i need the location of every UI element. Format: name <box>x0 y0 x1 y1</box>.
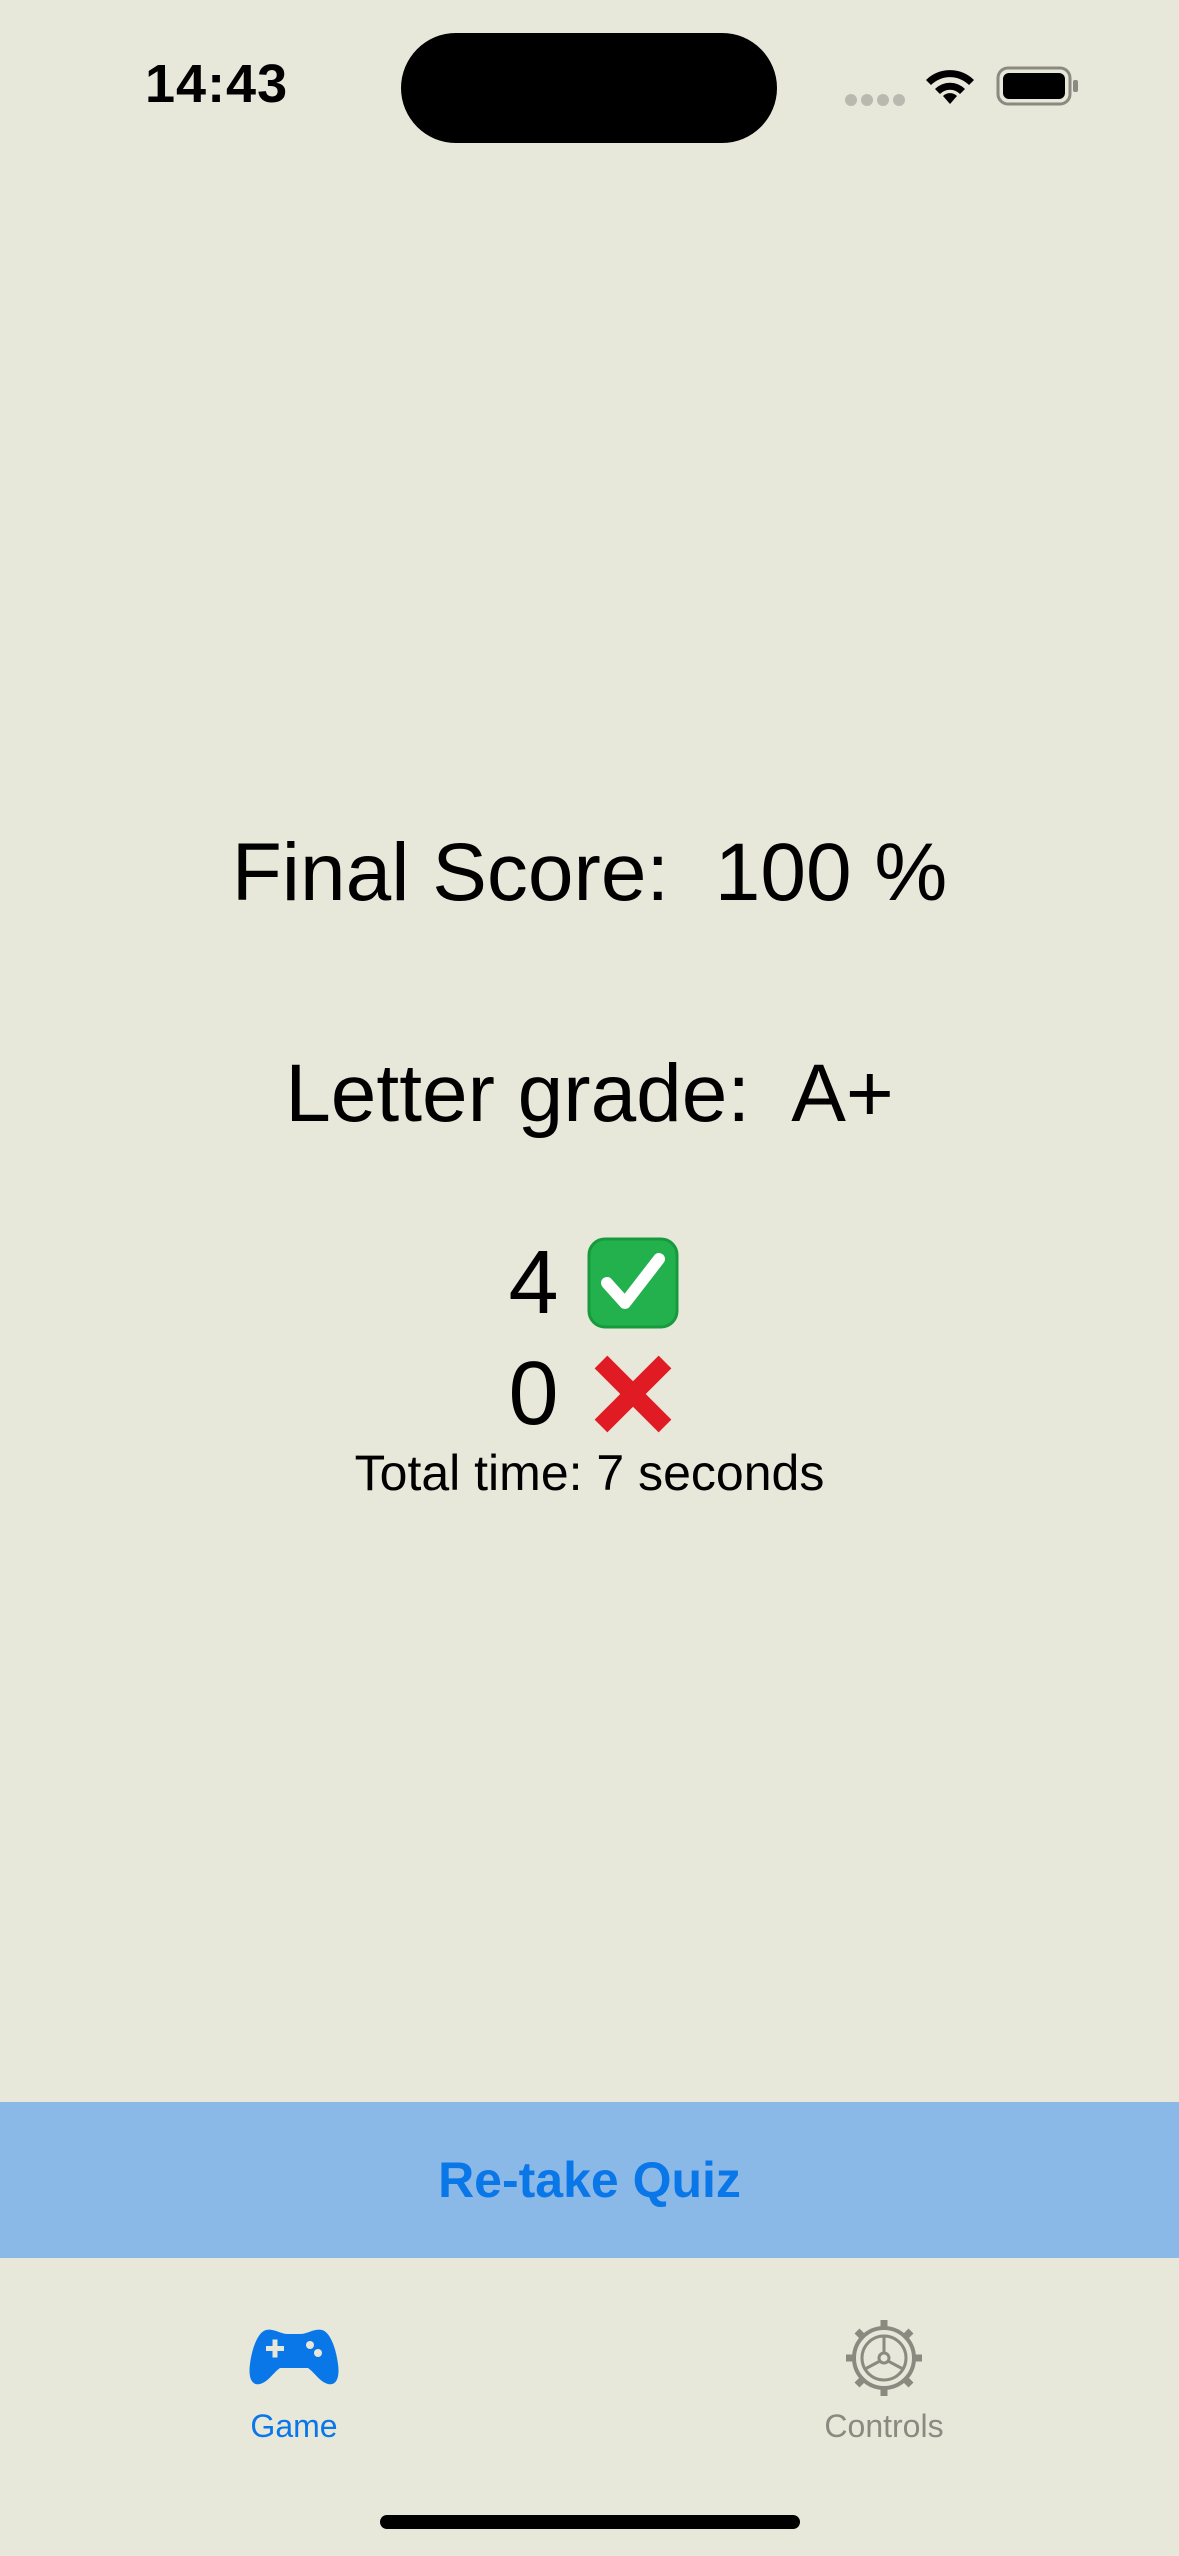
tab-controls[interactable]: Controls <box>754 2318 1014 2458</box>
wifi-icon <box>926 70 974 104</box>
gear-icon <box>846 2320 922 2396</box>
retake-quiz-button[interactable]: Re-take Quiz <box>0 2102 1179 2258</box>
cross-mark-icon <box>594 1355 671 1433</box>
check-mark-button-icon <box>587 1237 678 1329</box>
status-time: 14:43 <box>145 54 289 114</box>
correct-count-row: 4 <box>0 1228 1179 1338</box>
final-score: Final Score: 100 % <box>231 827 948 918</box>
tab-game[interactable]: Game <box>164 2318 424 2458</box>
game-controller-icon <box>249 2329 339 2385</box>
total-time: Total time: 7 seconds <box>354 1445 825 1501</box>
wrong-count: 0 <box>508 1344 559 1444</box>
wrong-count-row: 0 <box>0 1339 1179 1449</box>
dynamic-island <box>401 33 777 143</box>
battery-icon <box>996 66 1078 106</box>
correct-count: 4 <box>508 1233 559 1333</box>
retake-quiz-label: Re-take Quiz <box>438 2152 741 2208</box>
home-indicator[interactable] <box>380 2515 800 2529</box>
letter-grade: Letter grade: A+ <box>285 1048 894 1139</box>
tab-game-label: Game <box>250 2408 338 2444</box>
cellular-signal-icon <box>845 94 905 106</box>
tab-controls-label: Controls <box>824 2408 944 2444</box>
